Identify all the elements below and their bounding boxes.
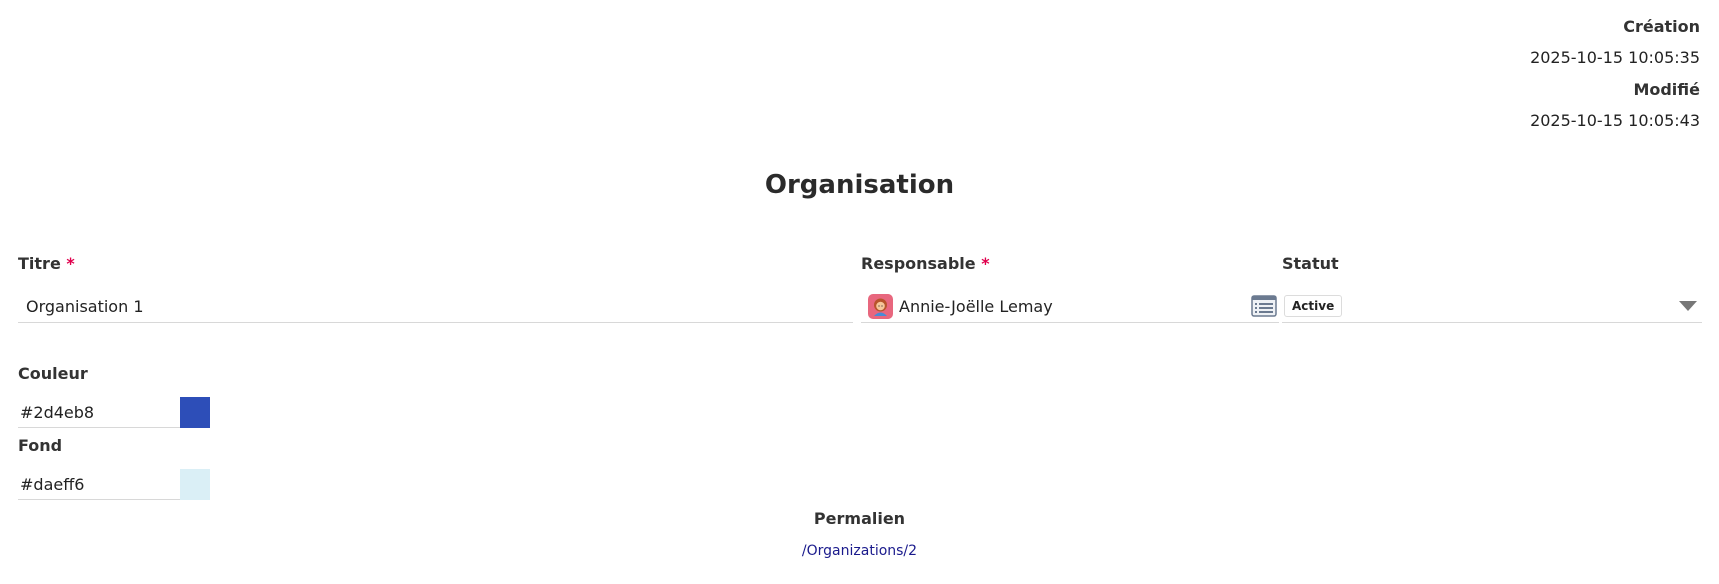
couleur-swatch[interactable] (180, 397, 210, 428)
statut-select[interactable]: Active (1282, 290, 1702, 323)
responsable-value: Annie-Joëlle Lemay (899, 296, 1053, 316)
responsable-input[interactable]: Annie-Joëlle Lemay (861, 290, 1279, 323)
statut-label: Statut (1282, 254, 1339, 273)
permalink-label: Permalien (813, 509, 906, 528)
fond-label: Fond (18, 436, 63, 455)
titre-label-text: Titre (18, 254, 61, 273)
required-marker: * (66, 254, 75, 273)
couleur-label: Couleur (18, 364, 88, 383)
permalink-link[interactable]: /Organizations/2 (0, 543, 1719, 559)
couleur-input[interactable]: #2d4eb8 (18, 398, 180, 428)
responsable-label: Responsable * (861, 254, 990, 273)
modified-label: Modifié (1633, 80, 1700, 99)
required-marker: * (981, 254, 990, 273)
metadata-panel: Création 2025-10-15 10:05:35 Modifié 202… (1530, 16, 1700, 142)
responsable-label-text: Responsable (861, 254, 976, 273)
titre-value: Organisation 1 (26, 296, 144, 316)
titre-label: Titre * (18, 254, 75, 273)
woman-avatar-icon (868, 293, 893, 319)
modified-date: 2025-10-15 10:05:43 (1530, 111, 1700, 130)
fond-input[interactable]: #daeff6 (18, 470, 180, 500)
couleur-field: #2d4eb8 (18, 397, 210, 428)
page-title: Organisation (764, 170, 955, 200)
status-badge: Active (1284, 295, 1343, 317)
creation-date: 2025-10-15 10:05:35 (1530, 48, 1700, 67)
caret-down-icon[interactable] (1679, 301, 1697, 311)
creation-label: Création (1623, 17, 1700, 36)
list-icon[interactable] (1251, 295, 1277, 317)
fond-field: #daeff6 (18, 469, 210, 500)
titre-input[interactable]: Organisation 1 (18, 290, 853, 323)
fond-swatch[interactable] (180, 469, 210, 500)
